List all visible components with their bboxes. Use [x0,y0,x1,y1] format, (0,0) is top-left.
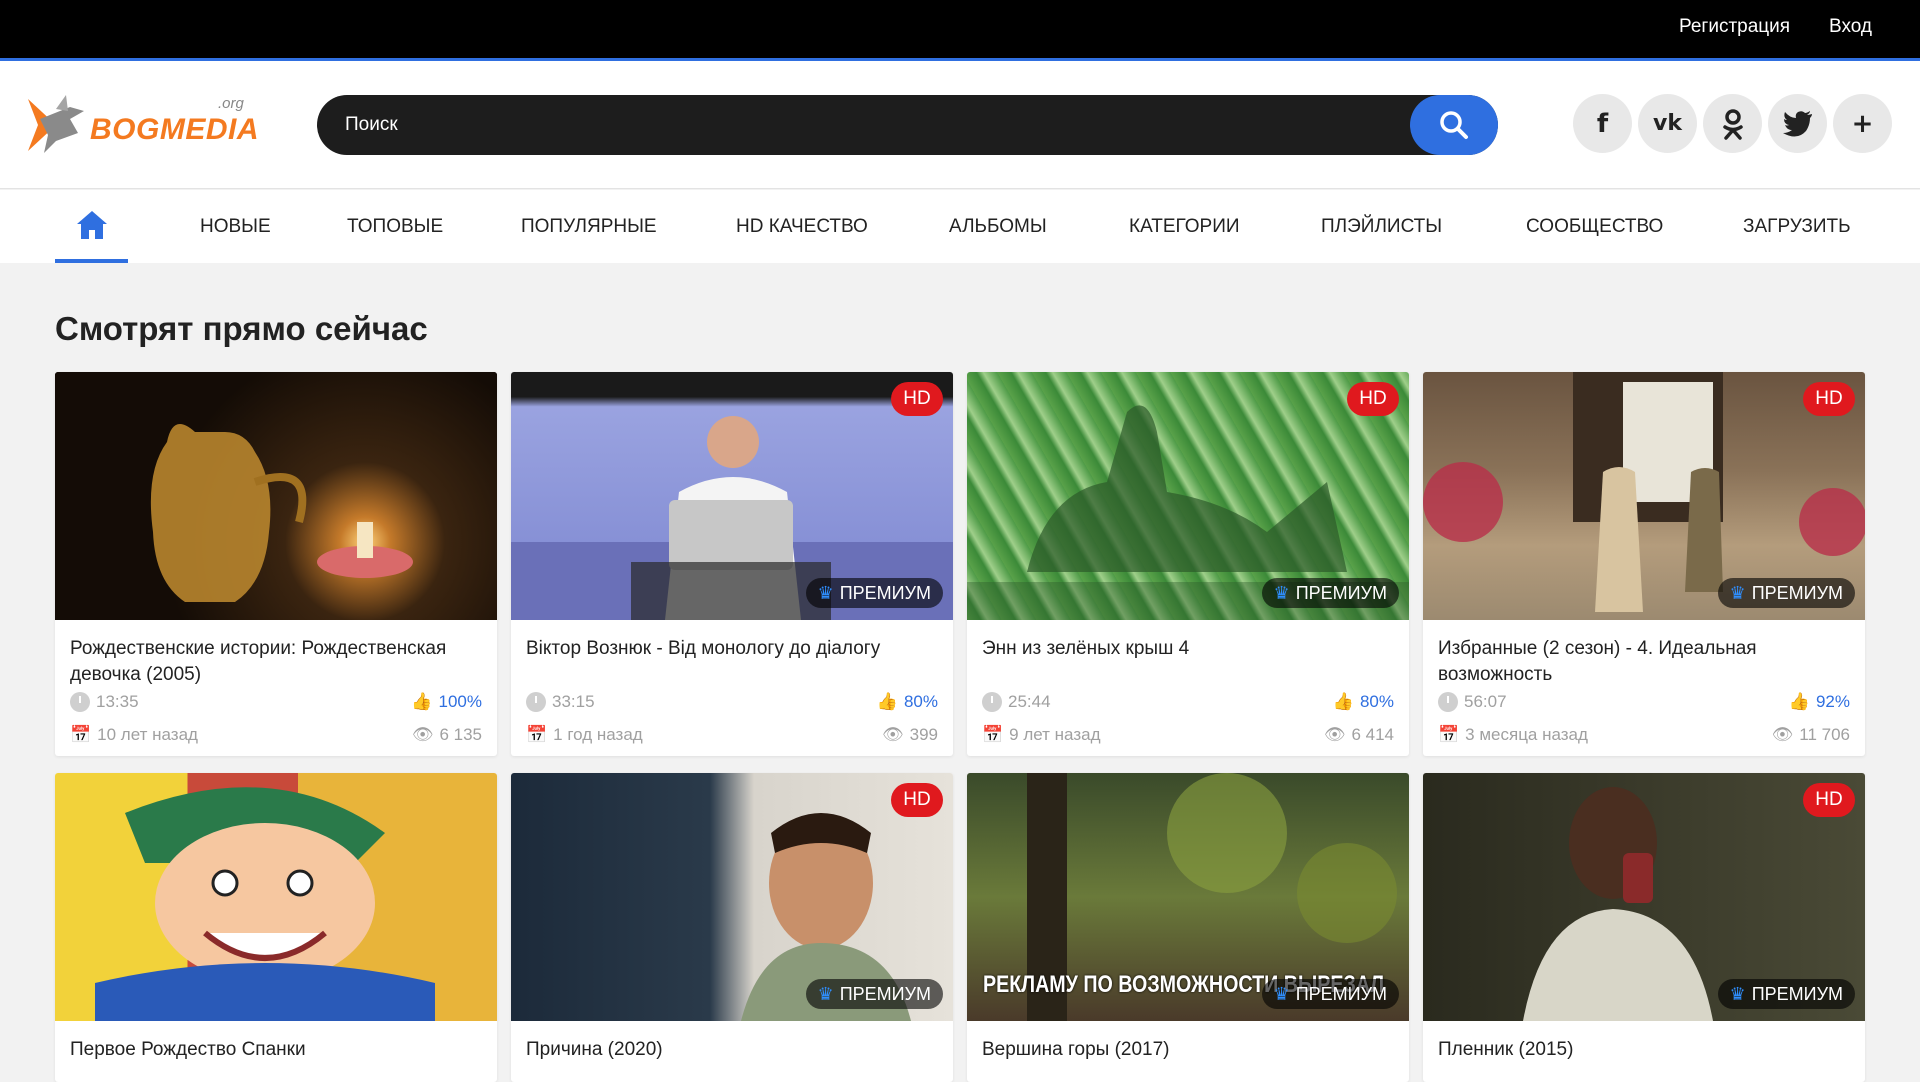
premium-badge: ♛ ПРЕМИУМ [1261,979,1399,1009]
login-link[interactable]: Вход [1829,16,1872,38]
video-card[interactable]: Рождественские истории: Рождественская д… [55,372,497,756]
nav-item-popular[interactable]: ПОПУЛЯРНЫЕ [521,216,657,238]
top-bar: Регистрация Вход [0,0,1920,61]
premium-badge: ♛ ПРЕМИУМ [1261,578,1399,608]
video-card[interactable]: Первое Рождество Спанки [55,773,497,1082]
premium-label: ПРЕМИУМ [1295,983,1387,1004]
video-thumbnail[interactable] [55,372,497,620]
video-card[interactable]: HD ♛ ПРЕМИУМ Причина (2020) [511,773,953,1082]
social-links: f vk + [1573,94,1892,153]
search-icon [1440,111,1468,139]
premium-label: ПРЕМИУМ [839,983,931,1004]
video-title[interactable]: Рождественские истории: Рождественская д… [70,636,480,688]
video-card[interactable]: HD ♛ ПРЕМИУМ Энн из зелёных крыш 4 [967,372,1409,756]
crown-icon: ♛ [817,582,834,603]
video-title[interactable]: Віктор Вознюк - Від монологу до діалогу [526,636,936,662]
facebook-icon[interactable]: f [1573,94,1632,153]
premium-badge: ♛ ПРЕМИУМ [805,979,943,1009]
header: .org BOGMEDIA f vk + [0,61,1920,189]
search-input[interactable] [345,95,1395,155]
odnoklassniki-icon[interactable] [1703,94,1762,153]
premium-label: ПРЕМИУМ [1295,582,1387,603]
crown-icon: ♛ [1273,582,1290,603]
video-card[interactable]: РЕКЛАМУ ПО ВОЗМОЖНОСТИ ВЫРЕЗАЛ ♛ ПРЕМИУМ … [967,773,1409,1082]
hd-badge: HD [891,382,943,416]
crown-icon: ♛ [1729,582,1746,603]
video-card[interactable]: HD ♛ ПРЕМИУМ Віктор Вознюк - Від монологу… [511,372,953,756]
hd-badge: HD [1347,382,1399,416]
nav-item-playlists[interactable]: ПЛЭЙЛИСТЫ [1321,216,1442,238]
video-title[interactable]: Первое Рождество Спанки [70,1037,480,1063]
hd-badge: HD [1803,783,1855,817]
premium-label: ПРЕМИУМ [1751,582,1843,603]
dove-logo-icon [28,95,84,153]
premium-label: ПРЕМИУМ [1751,983,1843,1004]
logo-suffix: .org [218,95,244,112]
video-title[interactable]: Энн из зелёных крыш 4 [982,636,1392,662]
video-card[interactable]: HD ♛ ПРЕМИУМ Пленник (2015) [1423,773,1865,1082]
nav-item-albums[interactable]: АЛЬБОМЫ [949,216,1047,238]
premium-badge: ♛ ПРЕМИУМ [1717,578,1855,608]
register-link[interactable]: Регистрация [1679,16,1790,38]
twitter-icon[interactable] [1768,94,1827,153]
main-nav: НОВЫЕ ТОПОВЫЕ ПОПУЛЯРНЫЕ HD КАЧЕСТВО АЛЬ… [0,190,1920,263]
crown-icon: ♛ [1273,983,1290,1004]
video-title[interactable]: Причина (2020) [526,1037,936,1063]
nav-item-upload[interactable]: ЗАГРУЗИТЬ [1743,216,1851,238]
crown-icon: ♛ [817,983,834,1004]
hd-badge: HD [1803,382,1855,416]
premium-badge: ♛ ПРЕМИУМ [805,578,943,608]
nav-home[interactable] [55,190,128,263]
video-card[interactable]: HD ♛ ПРЕМИУМ Избранные (2 сезон) - 4. Иде… [1423,372,1865,756]
nav-item-top[interactable]: ТОПОВЫЕ [347,216,443,238]
nav-item-community[interactable]: СООБЩЕСТВО [1526,216,1663,238]
nav-item-hd[interactable]: HD КАЧЕСТВО [736,216,868,238]
nav-item-categories[interactable]: КАТЕГОРИИ [1129,216,1240,238]
site-logo[interactable]: .org BOGMEDIA [26,89,259,159]
search-bar [317,95,1498,155]
vk-icon[interactable]: vk [1638,94,1697,153]
video-title[interactable]: Пленник (2015) [1438,1037,1848,1063]
premium-badge: ♛ ПРЕМИУМ [1717,979,1855,1009]
logo-text: BOGMEDIA [90,113,259,146]
section-title: Смотрят прямо сейчас [55,310,428,347]
crown-icon: ♛ [1729,983,1746,1004]
hd-badge: HD [891,783,943,817]
video-thumbnail[interactable] [55,773,497,1021]
nav-item-new[interactable]: НОВЫЕ [200,216,271,238]
search-button[interactable] [1410,95,1498,155]
premium-label: ПРЕМИУМ [839,582,931,603]
video-title[interactable]: Вершина горы (2017) [982,1037,1392,1063]
plus-icon[interactable]: + [1833,94,1892,153]
video-title[interactable]: Избранные (2 сезон) - 4. Идеальная возмо… [1438,636,1848,688]
home-icon [76,210,107,239]
